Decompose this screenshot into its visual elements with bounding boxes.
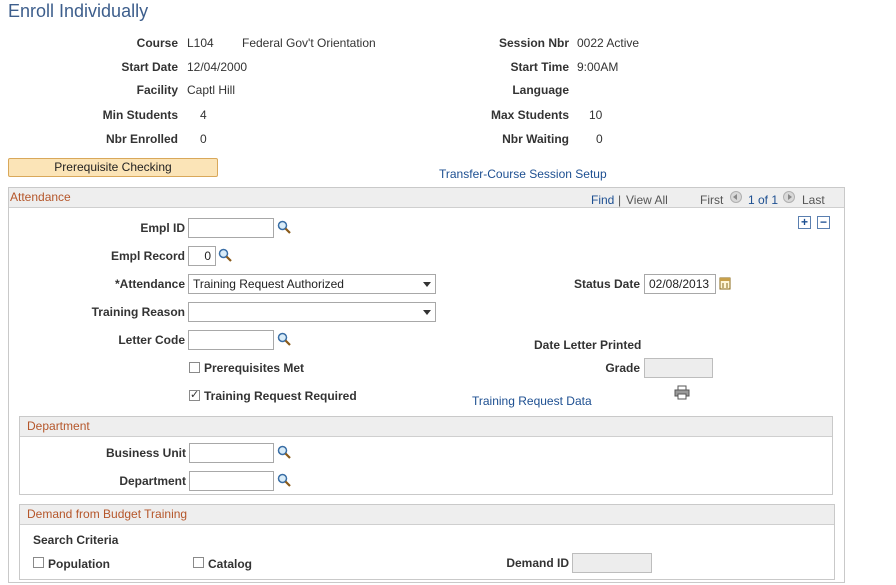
facility-value: Captl Hill bbox=[187, 83, 236, 97]
letter-code-lookup-icon[interactable] bbox=[277, 332, 291, 346]
previous-icon[interactable] bbox=[730, 191, 742, 203]
business-unit-label: Business Unit bbox=[105, 446, 186, 460]
training-request-required-checkbox[interactable] bbox=[189, 388, 200, 401]
empl-record-lookup-icon[interactable] bbox=[218, 248, 232, 262]
course-name: Federal Gov't Orientation bbox=[242, 36, 376, 50]
empl-id-label: Empl ID bbox=[140, 221, 185, 235]
training-request-required-label: Training Request Required bbox=[204, 389, 357, 403]
last-label: Last bbox=[802, 193, 825, 207]
min-students-label: Min Students bbox=[102, 108, 178, 122]
view-all-link[interactable]: View All bbox=[626, 193, 668, 207]
attendance-label: *Attendance bbox=[114, 277, 185, 291]
training-reason-label: Training Reason bbox=[91, 305, 185, 319]
first-label: First bbox=[700, 193, 724, 207]
min-students-value: 4 bbox=[200, 108, 207, 122]
start-date-label: Start Date bbox=[121, 60, 178, 74]
empl-id-field[interactable] bbox=[188, 218, 274, 238]
course-label: Course bbox=[136, 36, 178, 50]
attendance-section-title: Attendance bbox=[10, 190, 71, 204]
add-row-button[interactable]: + bbox=[798, 216, 811, 229]
calendar-icon[interactable] bbox=[718, 276, 732, 290]
letter-code-label: Letter Code bbox=[118, 333, 185, 347]
session-nbr-label: Session Nbr bbox=[498, 36, 569, 50]
nbr-waiting-value: 0 bbox=[596, 132, 603, 146]
search-criteria-label: Search Criteria bbox=[33, 533, 119, 547]
prerequisites-met-label: Prerequisites Met bbox=[204, 361, 305, 375]
prerequisites-met-checkbox[interactable] bbox=[189, 362, 200, 373]
training-request-data-link[interactable]: Training Request Data bbox=[472, 394, 592, 408]
language-label: Language bbox=[512, 83, 569, 97]
demand-id-label: Demand ID bbox=[506, 556, 569, 570]
separator: | bbox=[618, 193, 622, 207]
status-date-label: Status Date bbox=[573, 277, 640, 291]
date-letter-printed-label: Date Letter Printed bbox=[534, 338, 642, 352]
session-nbr-value: 0022 Active bbox=[577, 36, 640, 50]
facility-label: Facility bbox=[136, 83, 178, 97]
chevron-down-icon bbox=[423, 282, 431, 287]
nbr-waiting-label: Nbr Waiting bbox=[502, 132, 569, 146]
population-label: Population bbox=[48, 557, 110, 571]
printer-icon[interactable] bbox=[674, 385, 690, 400]
business-unit-lookup-icon[interactable] bbox=[277, 445, 291, 459]
department-header bbox=[20, 417, 832, 437]
start-time-value: 9:00AM bbox=[577, 60, 619, 74]
demand-id-field bbox=[572, 553, 652, 573]
grade-label: Grade bbox=[605, 361, 640, 375]
empl-record-label: Empl Record bbox=[110, 249, 185, 263]
attendance-select[interactable]: Training Request Authorized bbox=[188, 274, 436, 294]
training-reason-select[interactable] bbox=[188, 302, 436, 322]
department-label: Department bbox=[119, 474, 186, 488]
delete-row-button[interactable]: − bbox=[817, 216, 830, 229]
empl-id-lookup-icon[interactable] bbox=[277, 220, 291, 234]
department-field[interactable] bbox=[189, 471, 274, 491]
start-time-label: Start Time bbox=[510, 60, 569, 74]
transfer-course-session-link[interactable]: Transfer-Course Session Setup bbox=[439, 167, 607, 181]
chevron-down-icon bbox=[423, 310, 431, 315]
letter-code-field[interactable] bbox=[188, 330, 274, 350]
next-icon[interactable] bbox=[783, 191, 795, 203]
department-lookup-icon[interactable] bbox=[277, 473, 291, 487]
grade-field bbox=[644, 358, 713, 378]
nbr-enrolled-value: 0 bbox=[200, 132, 207, 146]
find-link[interactable]: Find bbox=[591, 193, 614, 207]
department-section-title: Department bbox=[27, 419, 90, 433]
status-date-field[interactable]: 02/08/2013 bbox=[644, 274, 716, 294]
catalog-checkbox[interactable] bbox=[193, 557, 204, 568]
start-date-value: 12/04/2000 bbox=[187, 60, 248, 74]
catalog-label: Catalog bbox=[208, 557, 253, 571]
business-unit-field[interactable] bbox=[189, 443, 274, 463]
course-code: L104 bbox=[187, 36, 214, 50]
empl-record-field[interactable]: 0 bbox=[188, 246, 216, 266]
attendance-select-value: Training Request Authorized bbox=[193, 277, 344, 291]
page-title: Enroll Individually bbox=[8, 1, 149, 21]
max-students-value: 10 bbox=[589, 108, 603, 122]
prerequisite-checking-button[interactable]: Prerequisite Checking bbox=[8, 158, 218, 177]
pager-count: 1 of 1 bbox=[748, 193, 779, 207]
demand-section-title: Demand from Budget Training bbox=[27, 507, 188, 521]
population-checkbox[interactable] bbox=[33, 557, 44, 568]
max-students-label: Max Students bbox=[490, 108, 569, 122]
nbr-enrolled-label: Nbr Enrolled bbox=[105, 132, 178, 146]
